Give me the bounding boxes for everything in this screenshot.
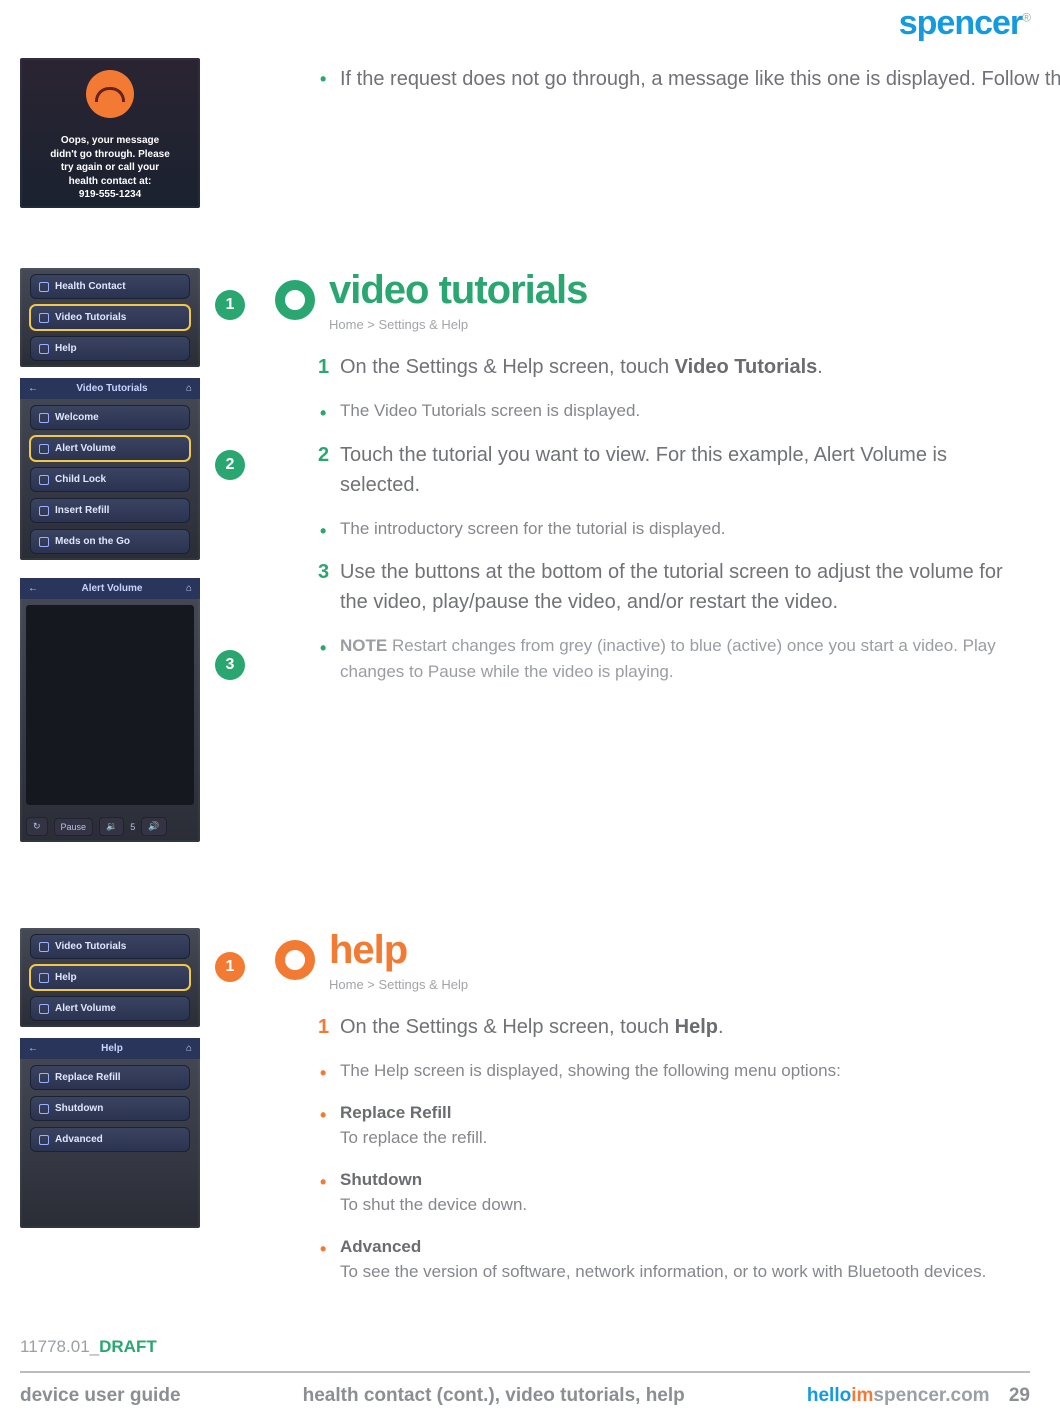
list-item: Welcome [30, 405, 190, 430]
page-number: 29 [1009, 1385, 1030, 1406]
list-item: Shutdown [30, 1096, 190, 1121]
pause-button: Pause [54, 818, 94, 836]
registered-mark: ® [1022, 11, 1030, 25]
step-marker-2: 2 [215, 450, 245, 480]
section-title: video tutorials [329, 268, 587, 313]
help-steps: 1 On the Settings & Help screen, touch H… [340, 1012, 1030, 1301]
intro-text: If the request does not go through, a me… [340, 64, 1060, 94]
menu-item: Video Tutorials [30, 934, 190, 959]
footer-rule [20, 1371, 1030, 1373]
player-controls: ↻ Pause 🔉 5 🔊 [20, 811, 200, 842]
brand-logo: spencer® [899, 4, 1030, 43]
video-area [26, 605, 194, 805]
breadcrumb: Home > Settings & Help [329, 977, 468, 992]
list-item: Child Lock [30, 467, 190, 492]
vol-down-icon: 🔉 [99, 817, 124, 836]
back-icon: ← [28, 383, 38, 394]
home-icon: ⌂ [186, 583, 192, 594]
footer-right: helloimspencer.com 29 [807, 1385, 1030, 1407]
sad-face-icon [86, 70, 134, 118]
error-message: Oops, your messagedidn't go through. Ple… [20, 126, 200, 216]
menu-item-selected: Video Tutorials [30, 305, 190, 330]
section-head-video: video tutorials Home > Settings & Help [275, 268, 587, 332]
video-steps: 1 On the Settings & Help screen, touch V… [340, 352, 1030, 700]
volume-level: 5 [130, 822, 135, 832]
screenshot-tutorial-player: ←Alert Volume⌂ ↻ Pause 🔉 5 🔊 [20, 578, 200, 842]
list-item-selected: Alert Volume [30, 436, 190, 461]
home-icon: ⌂ [186, 1043, 192, 1054]
back-icon: ← [28, 583, 38, 594]
menu-item: Alert Volume [30, 996, 190, 1021]
screenshot-settings-menu: Health Contact Video Tutorials Help [20, 268, 200, 367]
menu-item-selected: Help [30, 965, 190, 990]
document-id: 11778.01_DRAFT [20, 1337, 157, 1357]
screenshot-video-tutorials-list: ←Video Tutorials⌂ Welcome Alert Volume C… [20, 378, 200, 560]
ring-icon [275, 940, 315, 980]
section-title: help [329, 928, 468, 973]
home-icon: ⌂ [186, 383, 192, 394]
footer-left: device user guide [20, 1385, 181, 1407]
menu-item: Health Contact [30, 274, 190, 299]
breadcrumb: Home > Settings & Help [329, 317, 587, 332]
list-item: Advanced [30, 1127, 190, 1152]
step-marker-3: 3 [215, 650, 245, 680]
back-icon: ← [28, 1043, 38, 1054]
menu-item: Help [30, 336, 190, 361]
list-item: Meds on the Go [30, 529, 190, 554]
list-item: Insert Refill [30, 498, 190, 523]
section-head-help: help Home > Settings & Help [275, 928, 468, 992]
step-marker-help-1: 1 [215, 952, 245, 982]
screenshot-help-list: ←Help⌂ Replace Refill Shutdown Advanced [20, 1038, 200, 1228]
screenshot-error: Oops, your messagedidn't go through. Ple… [20, 58, 200, 208]
step-marker-1: 1 [215, 290, 245, 320]
vol-up-icon: 🔊 [141, 817, 166, 836]
page-footer: device user guide health contact (cont.)… [20, 1385, 1030, 1407]
restart-icon: ↻ [26, 817, 48, 836]
ring-icon [275, 280, 315, 320]
footer-center: health contact (cont.), video tutorials,… [181, 1385, 807, 1407]
list-item: Replace Refill [30, 1065, 190, 1090]
screenshot-settings-menu-help: Video Tutorials Help Alert Volume [20, 928, 200, 1027]
